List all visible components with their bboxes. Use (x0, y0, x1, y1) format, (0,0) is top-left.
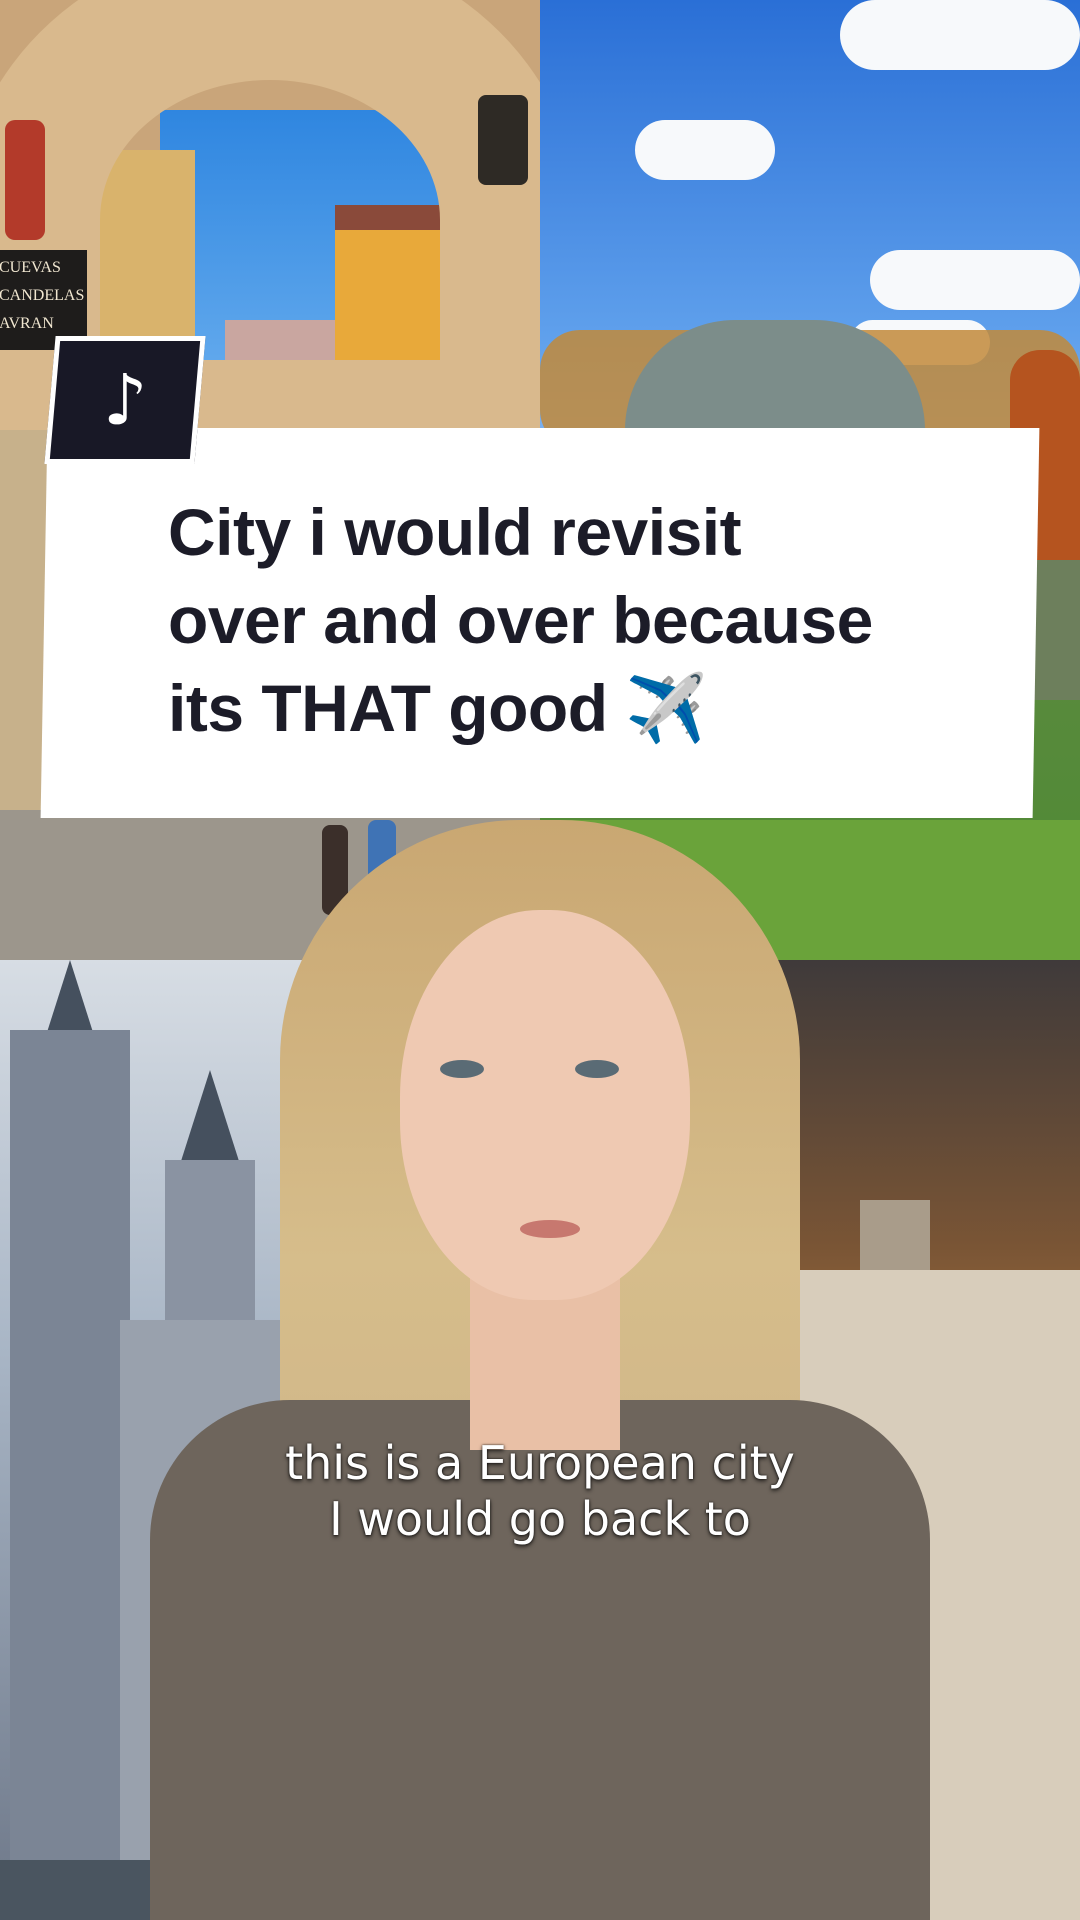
sign-figure (5, 120, 45, 240)
shop-sign-line: CANDELAS (0, 287, 85, 304)
shop-sign: CUEVAS CANDELAS AVRAN (0, 250, 87, 350)
title-card-text: City i would revisit over and over becau… (168, 495, 873, 745)
street-lamp (478, 95, 528, 185)
shop-sign-line: CUEVAS (0, 259, 61, 276)
video-caption: this is a European city I would go back … (285, 1436, 795, 1546)
tiktok-logo: ♪ (44, 336, 206, 464)
tiktok-note-icon: ♪ (102, 359, 148, 441)
shop-sign-line: AVRAN (0, 315, 54, 332)
